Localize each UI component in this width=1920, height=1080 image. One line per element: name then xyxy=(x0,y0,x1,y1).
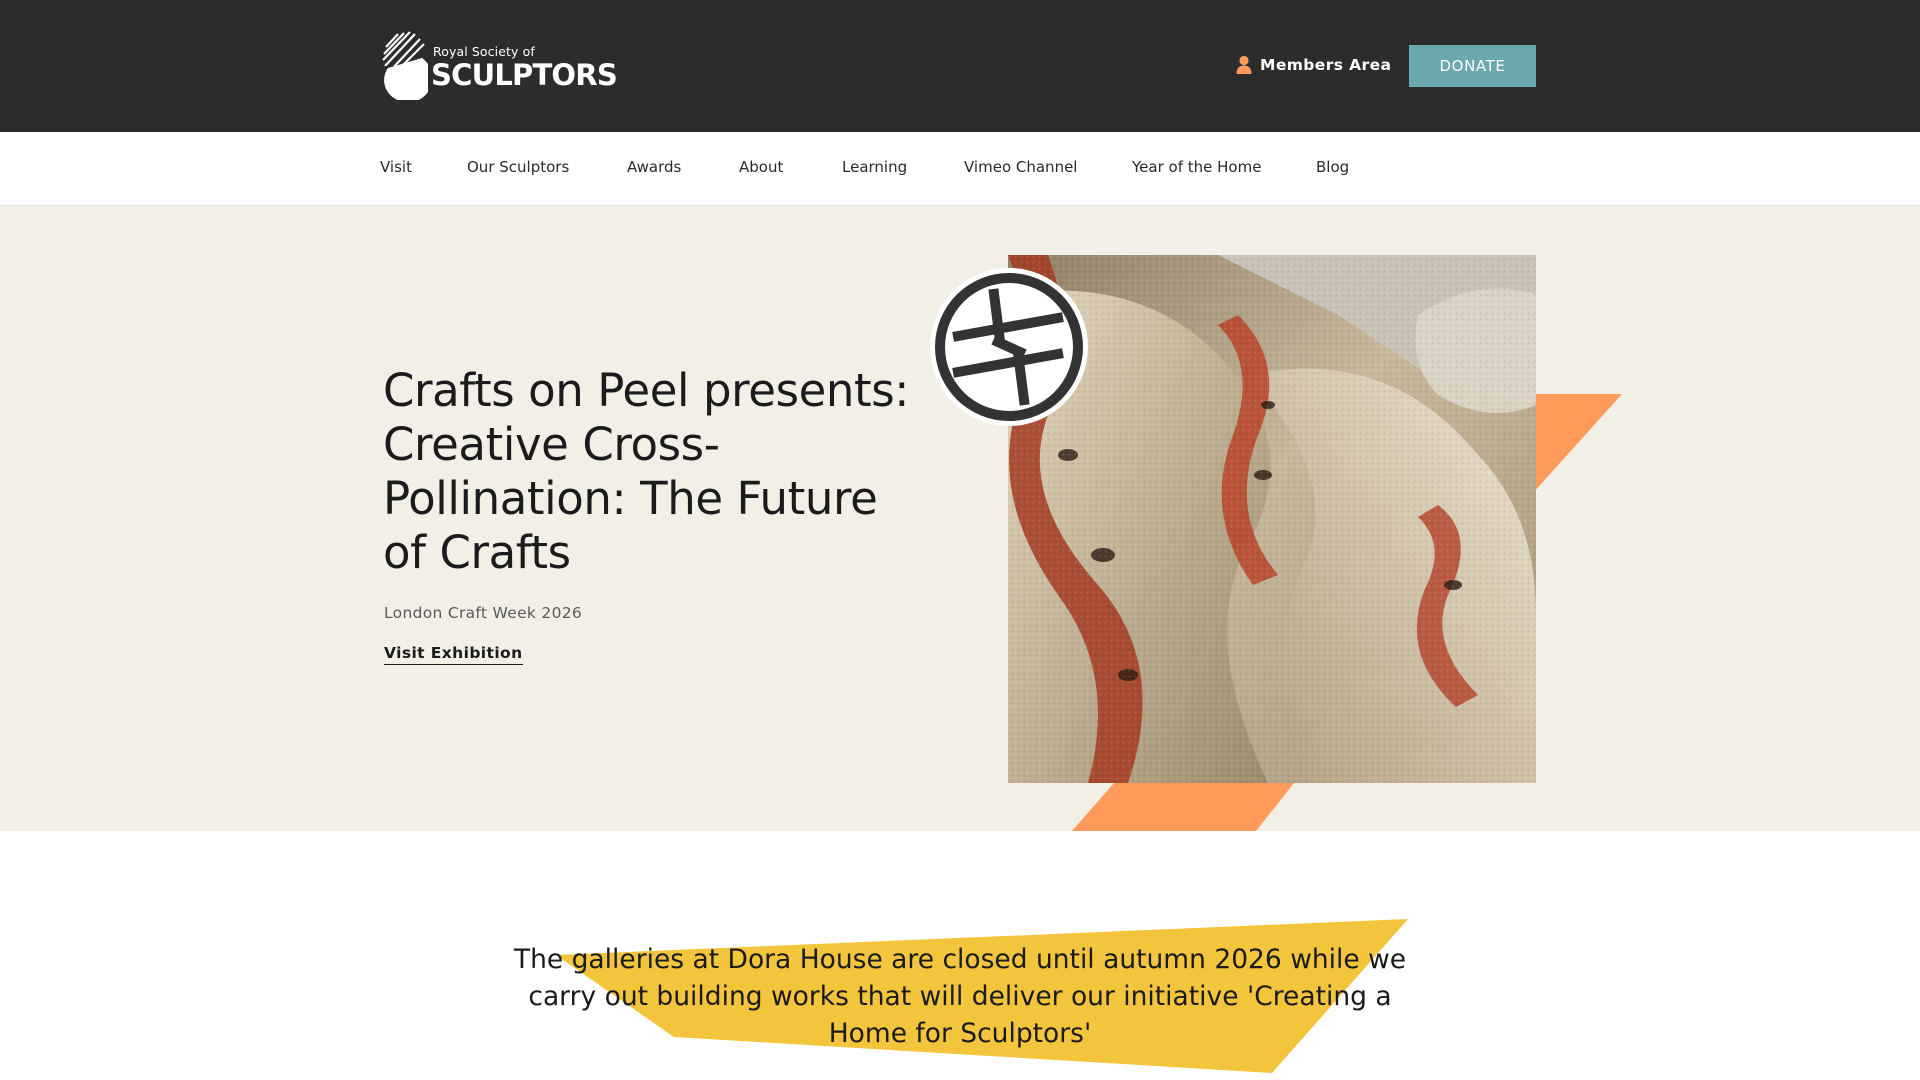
site-header: Royal Society of SCULPTORS Members Area … xyxy=(0,0,1920,132)
members-area-label: Members Area xyxy=(1260,56,1392,74)
hero-title: Crafts on Peel presents: Creative Cross-… xyxy=(383,364,910,579)
logo-text-small: Royal Society of xyxy=(433,44,535,59)
nav-item-learning[interactable]: Learning xyxy=(842,158,907,176)
logo-text-main: SCULPTORS xyxy=(431,58,618,92)
hero-subtitle: London Craft Week 2026 xyxy=(384,604,583,622)
main-navigation: Visit Our Sculptors Awards About Learnin… xyxy=(0,132,1920,206)
orange-decorative-shape xyxy=(1072,783,1294,831)
site-logo[interactable]: Royal Society of SCULPTORS xyxy=(382,30,618,102)
nav-item-awards[interactable]: Awards xyxy=(627,158,681,176)
crafts-on-peel-logo-icon xyxy=(930,268,1088,426)
visit-exhibition-link[interactable]: Visit Exhibition xyxy=(384,644,523,665)
user-icon xyxy=(1236,55,1252,74)
nav-item-our-sculptors[interactable]: Our Sculptors xyxy=(467,158,569,176)
nav-item-year-of-the-home[interactable]: Year of the Home xyxy=(1132,158,1261,176)
nav-item-about[interactable]: About xyxy=(739,158,783,176)
closure-notice-text: The galleries at Dora House are closed u… xyxy=(513,944,1407,1049)
hero-section: Crafts on Peel presents: Creative Cross-… xyxy=(0,206,1920,831)
closure-notice-section: The galleries at Dora House are closed u… xyxy=(0,831,1920,1080)
donate-button[interactable]: DONATE xyxy=(1409,45,1536,87)
nav-item-vimeo-channel[interactable]: Vimeo Channel xyxy=(964,158,1077,176)
sculptors-logo-icon xyxy=(382,31,428,100)
members-area-link[interactable]: Members Area xyxy=(1236,52,1391,78)
nav-item-visit[interactable]: Visit xyxy=(380,158,412,176)
orange-decorative-shape xyxy=(1532,394,1622,494)
nav-item-blog[interactable]: Blog xyxy=(1316,158,1349,176)
